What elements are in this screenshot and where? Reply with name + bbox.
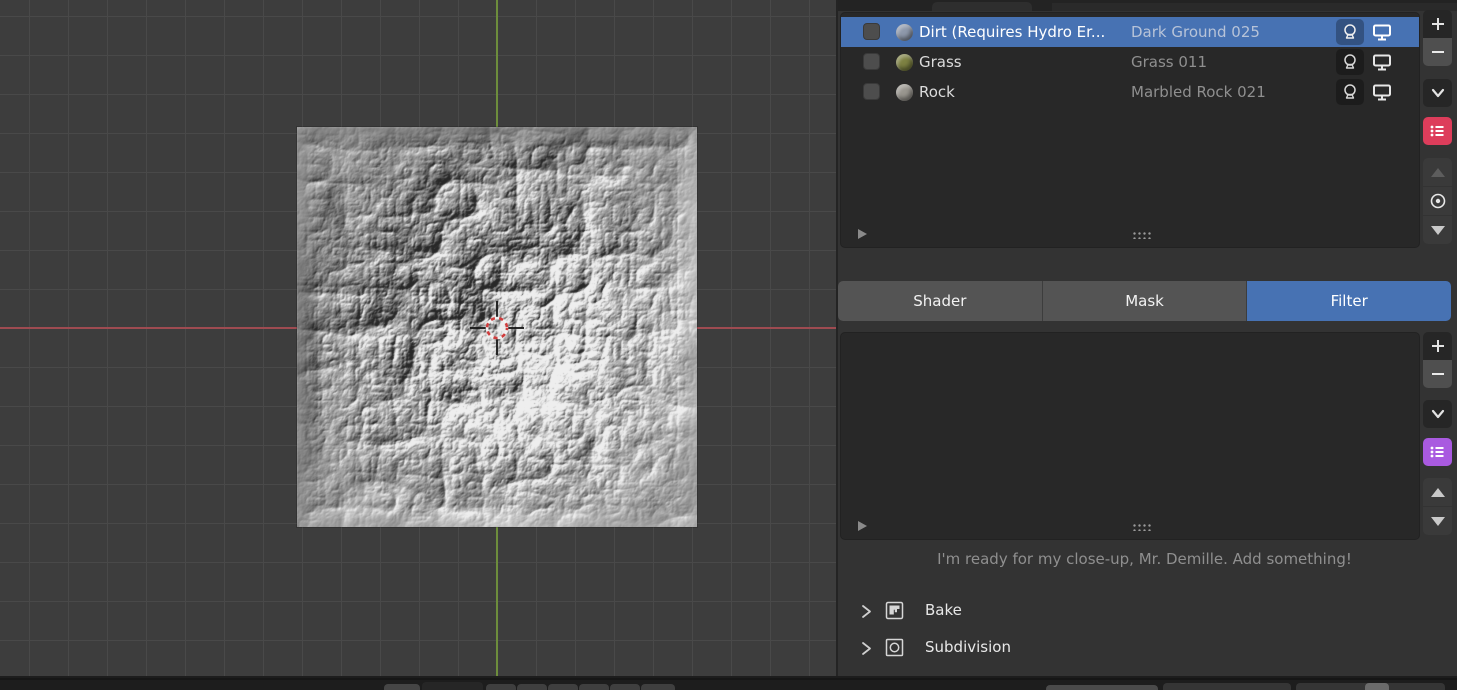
section-statistics[interactable]: Statistics [838, 668, 1451, 676]
list-footer [841, 221, 1419, 247]
viewport-visibility-toggle[interactable] [1368, 19, 1396, 45]
filter-expand-icon[interactable] [858, 521, 867, 531]
move-layer-up-button[interactable] [1423, 158, 1452, 186]
matball-icon [1341, 23, 1359, 41]
panel-tabs: Shader Mask Filter [838, 281, 1451, 321]
layer-name[interactable]: Dirt (Requires Hydro Er... [919, 17, 1105, 47]
toolbar-button[interactable] [486, 684, 516, 690]
panel-top-strip [838, 0, 1457, 11]
subdivision-icon [884, 637, 905, 658]
layer-list-action-button[interactable] [1423, 117, 1452, 145]
chevron-down-icon [1429, 407, 1447, 421]
toolbar-button[interactable] [641, 684, 675, 690]
tab-filter[interactable]: Filter [1247, 281, 1451, 321]
monitor-icon [1372, 23, 1392, 42]
resize-grip-icon[interactable] [1132, 231, 1151, 239]
bottom-toolbar [0, 678, 1457, 688]
list-icon [1429, 444, 1446, 460]
cutoff-header [1052, 3, 1457, 11]
add-filter-button[interactable] [1423, 332, 1452, 360]
remove-filter-button[interactable] [1423, 360, 1452, 388]
toolbar-button[interactable] [422, 682, 483, 690]
section-label: Subdivision [925, 638, 1011, 656]
chevron-right-icon [860, 640, 873, 657]
section-label: Statistics [884, 675, 953, 676]
circle-dot-icon [1429, 192, 1447, 210]
toolbar-button[interactable] [384, 684, 420, 690]
filter-specials-dropdown[interactable] [1423, 400, 1452, 428]
tab-shader[interactable]: Shader [838, 281, 1043, 321]
chevron-down-icon [1429, 86, 1447, 100]
layer-checkbox[interactable] [863, 23, 880, 40]
filter-list-action-button[interactable] [1423, 438, 1452, 466]
target-layer-button[interactable] [1423, 187, 1452, 215]
layer-name[interactable]: Grass [919, 47, 962, 77]
resize-grip-icon[interactable] [1132, 523, 1151, 531]
filter-expand-icon[interactable] [858, 229, 867, 239]
list-icon [1429, 123, 1446, 139]
move-layer-down-button[interactable] [1423, 216, 1452, 244]
plus-icon [1430, 16, 1446, 32]
plus-icon [1430, 338, 1446, 354]
section-subdivision[interactable]: Subdivision [838, 631, 1451, 665]
right-properties-panel: Dirt (Requires Hydro Er... Dark Ground 0… [838, 0, 1457, 676]
toolbar-button[interactable] [579, 684, 609, 690]
tab-mask[interactable]: Mask [1043, 281, 1248, 321]
layer-material-name[interactable]: Dark Ground 025 [1131, 17, 1260, 47]
filter-list[interactable] [840, 332, 1420, 540]
layer-list: Dirt (Requires Hydro Er... Dark Ground 0… [840, 12, 1420, 248]
layer-specials-dropdown[interactable] [1423, 79, 1452, 107]
toolbar-button[interactable] [517, 684, 547, 690]
layer-material-name[interactable]: Marbled Rock 021 [1131, 77, 1266, 107]
layer-checkbox[interactable] [863, 83, 880, 100]
arrow-down-icon [1431, 226, 1445, 235]
3d-viewport[interactable] [0, 0, 838, 676]
matball-toggle[interactable] [1336, 79, 1364, 105]
bake-texture-icon [884, 600, 905, 621]
3d-cursor-icon [469, 300, 525, 356]
section-label: Bake [925, 601, 962, 619]
remove-layer-button[interactable] [1423, 38, 1452, 66]
chevron-right-icon [860, 603, 873, 620]
material-preview-sphere [896, 84, 913, 101]
monitor-icon [1372, 53, 1392, 72]
layer-material-name[interactable]: Grass 011 [1131, 47, 1207, 77]
viewport-visibility-toggle[interactable] [1368, 49, 1396, 75]
empty-list-hint: I'm ready for my close-up, Mr. Demille. … [838, 550, 1451, 568]
matball-icon [1341, 83, 1359, 101]
layer-row-grass[interactable]: Grass Grass 011 [841, 47, 1419, 77]
section-bake[interactable]: Bake [838, 594, 1451, 628]
minus-icon [1430, 366, 1446, 382]
minus-icon [1430, 44, 1446, 60]
arrow-down-icon [1431, 517, 1445, 526]
material-preview-sphere [896, 24, 913, 41]
layer-checkbox[interactable] [863, 53, 880, 70]
matball-icon [1341, 53, 1359, 71]
layer-name[interactable]: Rock [919, 77, 955, 107]
viewport-visibility-toggle[interactable] [1368, 79, 1396, 105]
matball-toggle[interactable] [1336, 49, 1364, 75]
layer-row-dirt[interactable]: Dirt (Requires Hydro Er... Dark Ground 0… [841, 17, 1419, 47]
matball-toggle[interactable] [1336, 19, 1364, 45]
move-filter-down-button[interactable] [1423, 507, 1452, 535]
add-layer-button[interactable] [1423, 10, 1452, 38]
material-preview-sphere [896, 54, 913, 71]
toolbar-button[interactable] [610, 684, 640, 690]
move-filter-up-button[interactable] [1423, 478, 1452, 506]
arrow-up-icon [1431, 168, 1445, 177]
monitor-icon [1372, 83, 1392, 102]
toolbar-button[interactable] [548, 684, 578, 690]
cutoff-tab[interactable] [932, 2, 1032, 11]
toolbar-slider-handle[interactable] [1365, 683, 1389, 690]
list-footer [841, 513, 1419, 539]
arrow-up-icon [1431, 488, 1445, 497]
toolbar-field[interactable] [1163, 683, 1291, 690]
layer-row-rock[interactable]: Rock Marbled Rock 021 [841, 77, 1419, 107]
